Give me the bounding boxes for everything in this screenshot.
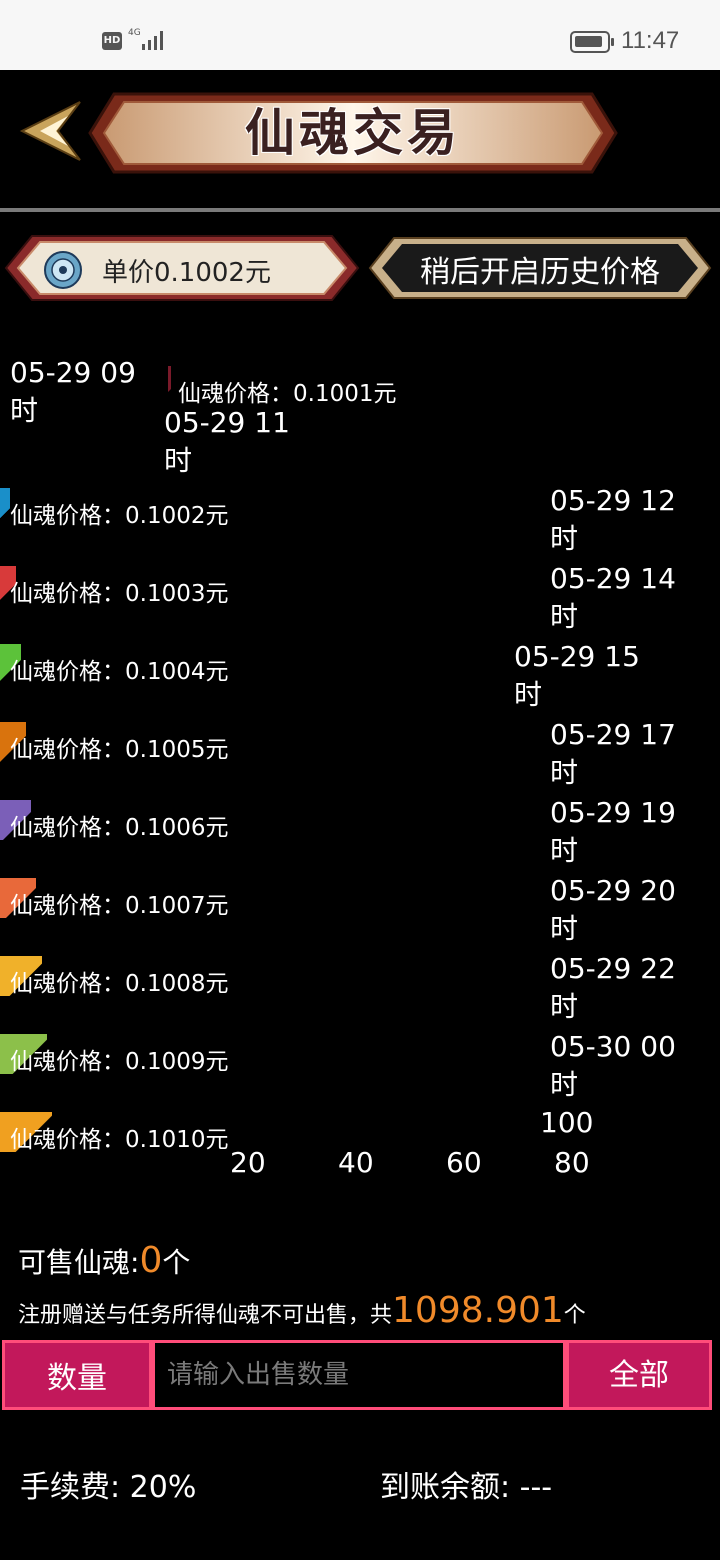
chart-date-label: 05-29 14 时 (550, 562, 676, 633)
quantity-input[interactable] (152, 1340, 566, 1410)
chart-x-tick: 20 (230, 1146, 266, 1179)
non-sellable-unit: 个 (563, 1303, 586, 1328)
status-bar: HD 4G 11:47 (0, 0, 720, 70)
chart-date-label: 05-29 22 时 (550, 952, 676, 1023)
chart-date-label: 05-29 09 时 (10, 356, 136, 427)
chart-bar-label: 仙魂价格：0.1009元 (10, 1049, 229, 1075)
sellable-count: 0 (139, 1240, 163, 1281)
unit-price-text: 单价0.1002元 (102, 258, 271, 288)
chart-date-label: 05-29 15 时 (514, 640, 640, 711)
chart-x-tick: 80 (554, 1146, 590, 1179)
non-sellable-count: 1098.901 (392, 1290, 564, 1331)
clock: 11:47 (621, 27, 680, 54)
soul-coin-icon (44, 251, 82, 289)
price-distribution-chart: 仙魂价格：0.1001元仙魂价格：0.1002元 仙魂价格：0.1003元 仙魂价格… (0, 350, 720, 1190)
chart-bar (0, 488, 11, 528)
page-title: 仙魂交易 (245, 103, 461, 162)
sell-all-button[interactable]: 全部 (566, 1340, 712, 1410)
chart-date-label: 05-29 19 时 (550, 796, 676, 867)
hd-badge: HD (102, 32, 122, 50)
chart-bar-label: 仙魂价格：0.1001元 (178, 381, 397, 407)
chart-bar-label: 仙魂价格：0.1003元 (10, 581, 229, 607)
chart-bar-label: 仙魂价格：0.1008元 (10, 971, 229, 997)
chart-date-label: 05-30 00 时 (550, 1030, 676, 1101)
balance-text: 到账余额: --- (380, 1470, 553, 1505)
quantity-label: 数量 (2, 1340, 152, 1410)
non-sellable-text: 注册赠送与任务所得仙魂不可出售，共 (18, 1303, 393, 1328)
sellable-label: 可售仙魂: (18, 1246, 140, 1279)
sellable-souls: 可售仙魂:0个 (18, 1240, 190, 1281)
fee-text: 手续费: 20% (20, 1470, 197, 1505)
chart-x-tick: 60 (446, 1146, 482, 1179)
history-price-button[interactable]: 稍后开启历史价格 (368, 236, 712, 300)
chart-bar (168, 366, 171, 406)
signal-icon (142, 31, 163, 50)
chart-date-label: 05-29 20 时 (550, 874, 676, 945)
chart-x-tick: 100 (540, 1106, 594, 1139)
chart-date-label: 05-29 12 时 (550, 484, 676, 555)
chart-x-tick: 40 (338, 1146, 374, 1179)
non-sellable-note: 注册赠送与任务所得仙魂不可出售，共1098.901个 (18, 1290, 586, 1331)
quantity-row: 数量 全部 (0, 1340, 714, 1410)
chart-bar-label: 仙魂价格：0.1005元 (10, 737, 229, 763)
network-type: 4G (128, 28, 141, 38)
back-arrow-icon[interactable] (18, 98, 82, 164)
chart-bar-label: 仙魂价格：0.1002元 (10, 503, 229, 529)
chart-bar-label: 仙魂价格：0.1010元 (10, 1127, 229, 1153)
chart-bar-label: 仙魂价格：0.1006元 (10, 815, 229, 841)
chart-date-label: 05-29 17 时 (550, 718, 676, 789)
header-divider (0, 208, 720, 212)
chart-bar-label: 仙魂价格：0.1007元 (10, 893, 229, 919)
sellable-unit: 个 (162, 1246, 191, 1279)
chart-date-label: 05-29 11 时 (164, 406, 290, 477)
chart-bar-label: 仙魂价格：0.1004元 (10, 659, 229, 685)
battery-icon (570, 31, 614, 53)
